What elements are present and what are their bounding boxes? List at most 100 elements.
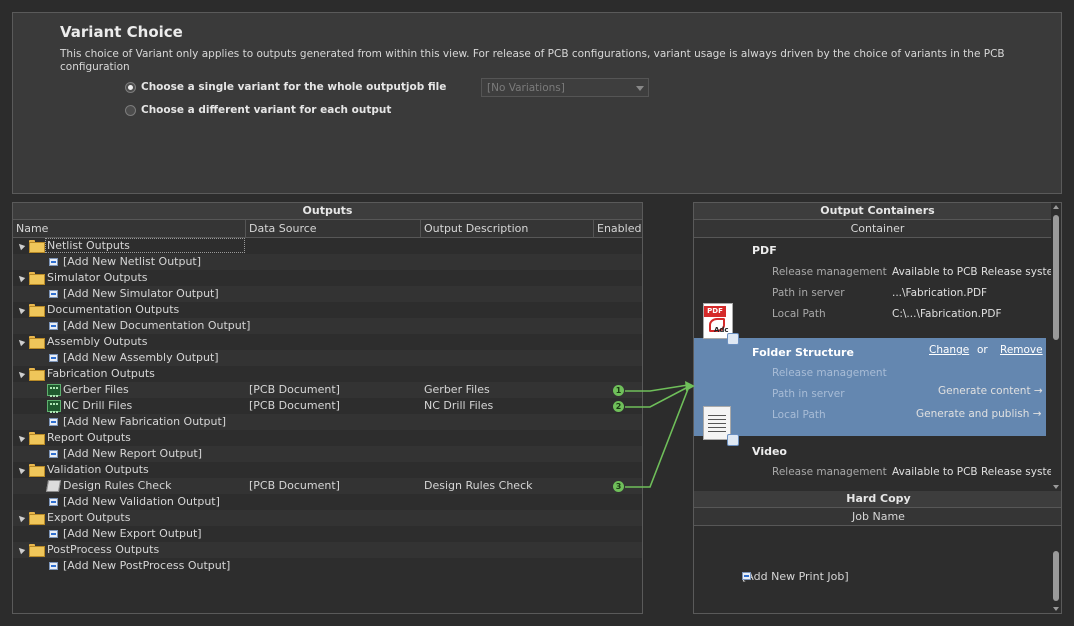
outputs-title: Outputs (13, 203, 642, 220)
add-icon (49, 562, 58, 570)
add-output-row[interactable]: [Add New Documentation Output] (13, 318, 642, 334)
folder-icon (29, 432, 45, 445)
add-output-row[interactable]: [Add New Report Output] (13, 446, 642, 462)
output-group-row[interactable]: Export Outputs (13, 510, 642, 526)
add-output-row[interactable]: [Add New Assembly Output] (13, 350, 642, 366)
scroll-down-icon[interactable] (1053, 485, 1059, 489)
container-pdf-title: PDF (752, 244, 777, 257)
pcb-file-icon (47, 400, 61, 413)
scrollbar-thumb[interactable] (1053, 215, 1059, 340)
change-link[interactable]: Change (929, 344, 969, 356)
focus-rectangle (45, 238, 245, 253)
collapse-triangle-icon[interactable] (16, 305, 26, 315)
add-icon (49, 418, 58, 426)
generate-content-link[interactable]: Generate content → (938, 385, 1043, 397)
output-group-row[interactable]: Documentation Outputs (13, 302, 642, 318)
container-video[interactable]: Video Release management Available to PC… (694, 438, 1061, 488)
column-name[interactable]: Name (16, 222, 48, 235)
output-description: Gerber Files (424, 383, 490, 396)
add-icon (49, 290, 58, 298)
hard-copy-section: Hard Copy Job Name (694, 491, 1061, 526)
radio-per-output-variant[interactable] (125, 104, 136, 116)
pcb-file-icon (47, 384, 61, 397)
container-list: PDF Release management Available to PCB … (694, 238, 1061, 488)
output-data-source: [PCB Document] (249, 383, 340, 396)
hardcopy-scrollbar[interactable] (1051, 527, 1061, 613)
output-group-row[interactable]: Assembly Outputs (13, 334, 642, 350)
add-output-row[interactable]: [Add New Netlist Output] (13, 254, 642, 270)
hard-copy-title: Hard Copy (694, 491, 1061, 508)
container-folder-structure[interactable]: Folder Structure Change or Remove Releas… (694, 338, 1046, 436)
pdf-local-path-value: C:\...\Fabrication.PDF (892, 308, 1002, 320)
generate-and-publish-link[interactable]: Generate and publish → (916, 408, 1042, 420)
column-divider[interactable] (420, 220, 421, 238)
output-group-row[interactable]: PostProcess Outputs (13, 542, 642, 558)
add-output-row[interactable]: [Add New PostProcess Output] (13, 558, 642, 574)
single-variant-option[interactable]: Choose a single variant for the whole ou… (125, 81, 446, 93)
containers-scrollbar[interactable] (1051, 203, 1061, 491)
add-output-label: [Add New Documentation Output] (63, 319, 251, 332)
collapse-triangle-icon[interactable] (16, 241, 26, 251)
output-group-row[interactable]: Netlist Outputs (13, 238, 642, 254)
pdf-server-path-value: ...\Fabrication.PDF (892, 287, 988, 299)
collapse-triangle-icon[interactable] (16, 513, 26, 523)
folder-icon (29, 544, 45, 557)
add-icon (49, 354, 58, 362)
add-icon (49, 450, 58, 458)
add-icon (49, 498, 58, 506)
variant-select-value: [No Variations] (487, 82, 565, 94)
variant-title: Variant Choice (60, 23, 183, 41)
outputs-tree: Netlist Outputs [Add New Netlist Output] S… (13, 238, 642, 574)
collapse-triangle-icon[interactable] (16, 369, 26, 379)
add-output-row[interactable]: [Add New Simulator Output] (13, 286, 642, 302)
or-text: or (977, 344, 988, 356)
scrollbar-thumb[interactable] (1053, 551, 1059, 601)
scroll-up-icon[interactable] (1053, 205, 1059, 209)
container-folder-title: Folder Structure (752, 346, 854, 359)
add-output-row[interactable]: [Add New Export Output] (13, 526, 642, 542)
add-output-label: [Add New Report Output] (63, 447, 203, 460)
add-output-row[interactable]: [Add New Fabrication Output] (13, 414, 642, 430)
outputs-panel: Outputs Name Data Source Output Descript… (12, 202, 643, 614)
folder-icon (29, 304, 45, 317)
folder-icon (29, 464, 45, 477)
output-description: Design Rules Check (424, 479, 533, 492)
collapse-triangle-icon[interactable] (16, 273, 26, 283)
radio-single-variant[interactable] (125, 81, 136, 93)
column-output-description[interactable]: Output Description (424, 222, 528, 235)
output-item-row[interactable]: Gerber Files [PCB Document] Gerber Files 1 (13, 382, 642, 398)
collapse-triangle-icon[interactable] (16, 465, 26, 475)
container-pdf[interactable]: PDF Release management Available to PCB … (694, 238, 1061, 336)
output-description: NC Drill Files (424, 399, 494, 412)
add-output-row[interactable]: [Add New Validation Output] (13, 494, 642, 510)
collapse-triangle-icon[interactable] (16, 337, 26, 347)
remove-link[interactable]: Remove (1000, 344, 1043, 356)
output-item-row[interactable]: NC Drill Files [PCB Document] NC Drill Fil… (13, 398, 642, 414)
enabled-container-badge[interactable]: 1 (613, 385, 624, 396)
output-group-row[interactable]: Report Outputs (13, 430, 642, 446)
output-group-row[interactable]: Validation Outputs (13, 462, 642, 478)
collapse-triangle-icon[interactable] (16, 433, 26, 443)
collapse-triangle-icon[interactable] (16, 545, 26, 555)
output-item-row[interactable]: Design Rules Check [PCB Document] Design R… (13, 478, 642, 494)
output-group-row[interactable]: Fabrication Outputs (13, 366, 642, 382)
folder-icon (29, 240, 45, 253)
output-group-name: Validation Outputs (47, 463, 149, 476)
add-output-label: [Add New Assembly Output] (63, 351, 219, 364)
add-output-label: [Add New Simulator Output] (63, 287, 219, 300)
output-group-row[interactable]: Simulator Outputs (13, 270, 642, 286)
column-divider[interactable] (593, 220, 594, 238)
add-output-label: [Add New PostProcess Output] (63, 559, 231, 572)
per-output-variant-option[interactable]: Choose a different variant for each outp… (125, 104, 391, 116)
scroll-down-icon[interactable] (1053, 607, 1059, 611)
enabled-container-badge[interactable]: 2 (613, 401, 624, 412)
enabled-container-badge[interactable]: 3 (613, 481, 624, 492)
column-data-source[interactable]: Data Source (249, 222, 317, 235)
output-group-name: Documentation Outputs (47, 303, 180, 316)
design-rules-check-icon (45, 480, 62, 492)
column-divider[interactable] (245, 220, 246, 238)
add-print-job[interactable]: [Add New Print Job] (712, 570, 849, 583)
containers-title: Output Containers (694, 203, 1061, 220)
column-enabled[interactable]: Enabled (597, 222, 641, 235)
variant-select[interactable]: [No Variations] (481, 78, 649, 97)
